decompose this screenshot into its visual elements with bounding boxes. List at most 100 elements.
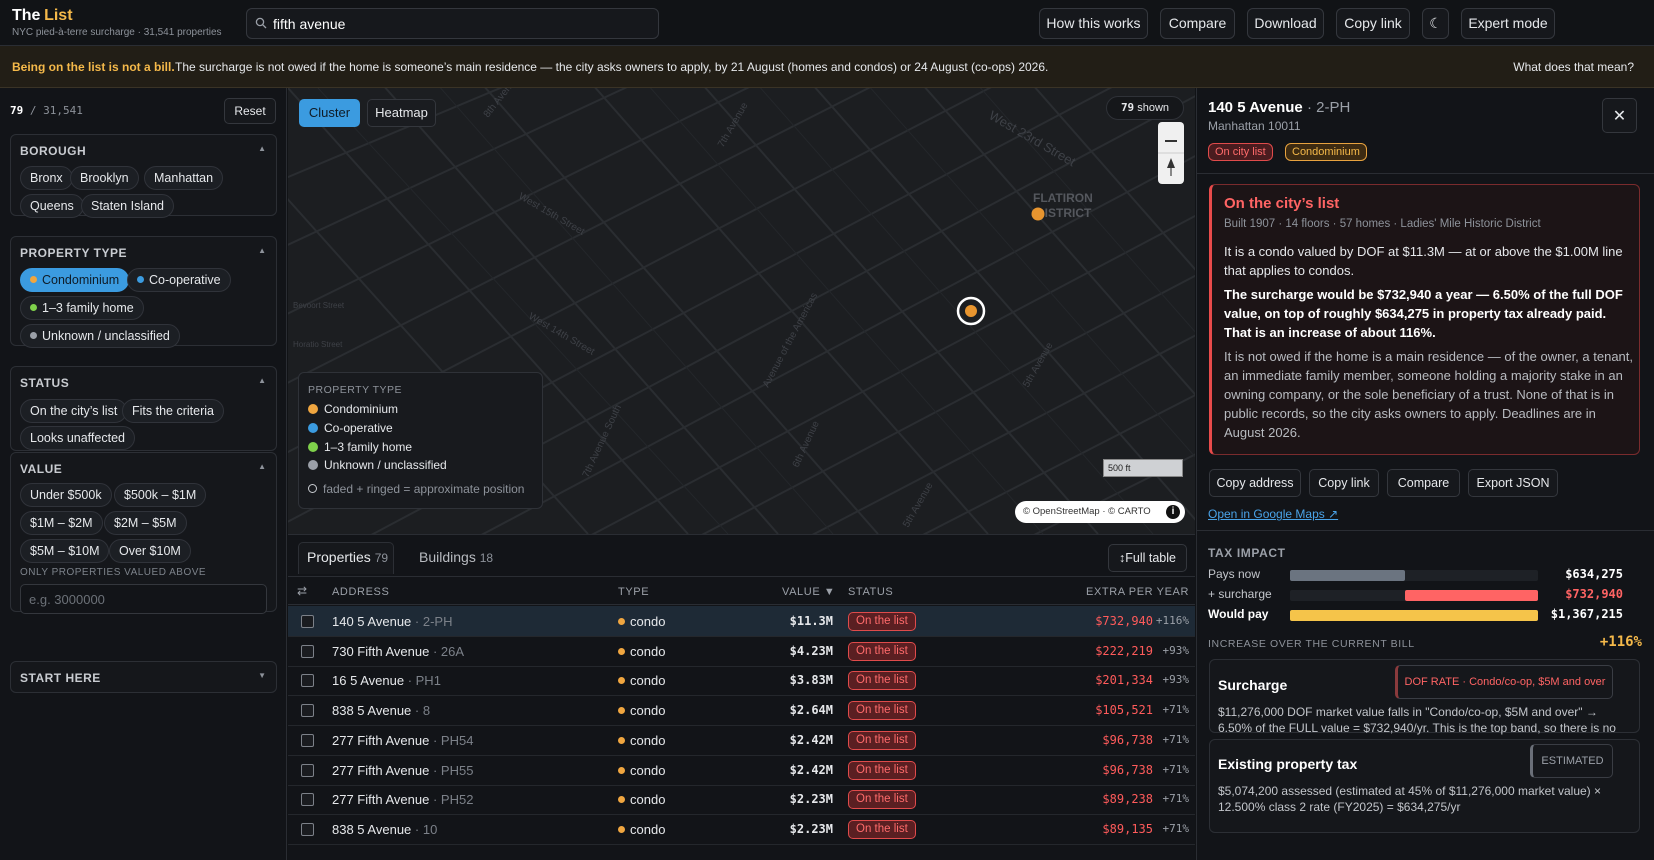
expert-mode-button[interactable]: Expert mode bbox=[1461, 8, 1555, 39]
search-box[interactable] bbox=[246, 8, 659, 39]
google-maps-link[interactable]: Open in Google Maps ↗ bbox=[1208, 507, 1338, 521]
col-status[interactable]: STATUS bbox=[848, 586, 893, 598]
copy-link-button[interactable]: Copy link bbox=[1336, 8, 1410, 39]
tax-bar-fill bbox=[1290, 610, 1538, 621]
chip-family-home[interactable]: 1–3 family home bbox=[20, 296, 144, 320]
compass-icon[interactable] bbox=[1167, 158, 1175, 168]
tab-count: 79 bbox=[374, 551, 389, 565]
chip-on-city-list[interactable]: On the city’s list bbox=[20, 399, 128, 423]
chip-looks-unaffected[interactable]: Looks unaffected bbox=[20, 426, 135, 450]
tax-bar-fill bbox=[1405, 590, 1538, 601]
copy-link-button[interactable]: Copy link bbox=[1309, 469, 1379, 497]
row-increase: +71% bbox=[1162, 821, 1190, 835]
row-checkbox[interactable] bbox=[301, 704, 314, 718]
row-checkbox[interactable] bbox=[301, 822, 314, 836]
compare-button[interactable]: Compare bbox=[1387, 469, 1460, 497]
legend-note-text: faded + ringed = approximate position bbox=[323, 482, 525, 496]
chip-2m-5m[interactable]: $2M – $5M bbox=[104, 511, 187, 535]
dark-mode-toggle[interactable]: ☾ bbox=[1422, 8, 1449, 39]
street-label: Bevoort Street bbox=[293, 301, 345, 310]
expand-icon[interactable]: ▼ bbox=[258, 671, 266, 680]
copy-address-button[interactable]: Copy address bbox=[1209, 469, 1301, 497]
banner-link[interactable]: What does that mean? bbox=[1513, 60, 1634, 74]
table-row[interactable]: 277 Fifth Avenue · PH54 condo $2.42M On the… bbox=[288, 725, 1195, 756]
table-row[interactable]: 838 5 Avenue · 10 condo $2.23M On the list $… bbox=[288, 814, 1195, 845]
chip-co-operative[interactable]: Co-operative bbox=[127, 268, 231, 292]
condo-dot-icon bbox=[618, 766, 625, 774]
info-icon[interactable]: i bbox=[1166, 505, 1180, 519]
search-input[interactable] bbox=[273, 14, 643, 34]
col-extra-per-year[interactable]: EXTRA PER YEAR bbox=[1086, 586, 1189, 598]
collapse-icon[interactable]: ▲ bbox=[258, 246, 266, 255]
row-checkbox[interactable] bbox=[301, 674, 314, 688]
collapse-icon[interactable]: ▲ bbox=[258, 144, 266, 153]
heatmap-toggle[interactable]: Heatmap bbox=[367, 99, 436, 127]
close-button[interactable]: ✕ bbox=[1602, 98, 1637, 133]
cluster-toggle[interactable]: Cluster bbox=[299, 99, 360, 127]
tab-buildings[interactable]: Buildings 18 bbox=[419, 549, 493, 565]
table-row[interactable]: 16 5 Avenue · PH1 condo $3.83M On the list $… bbox=[288, 665, 1195, 697]
row-type: condo bbox=[618, 733, 665, 748]
chip-over-10m[interactable]: Over $10M bbox=[109, 539, 191, 563]
map-attribution[interactable]: © OpenStreetMap · © CARTO i bbox=[1015, 501, 1185, 523]
row-type: condo bbox=[618, 792, 665, 807]
selected-property-marker[interactable] bbox=[965, 305, 977, 317]
row-checkbox[interactable] bbox=[301, 733, 314, 747]
chip-staten-island[interactable]: Staten Island bbox=[81, 194, 174, 218]
how-this-works-button[interactable]: How this works bbox=[1039, 8, 1148, 39]
tax-row-amount: $1,367,215 bbox=[1550, 607, 1623, 621]
col-address[interactable]: ADDRESS bbox=[332, 586, 389, 598]
table-row[interactable]: 838 5 Avenue · 8 condo $2.64M On the list $1… bbox=[288, 695, 1195, 727]
chip-fits-criteria[interactable]: Fits the criteria bbox=[122, 399, 224, 423]
map-view[interactable]: 8th Avenue 7th Avenue 6th Avenue Avenue … bbox=[288, 88, 1195, 534]
row-increase: +116% bbox=[1155, 614, 1189, 627]
min-value-label: ONLY PROPERTIES VALUED ABOVE bbox=[20, 567, 207, 578]
row-checkbox[interactable] bbox=[301, 763, 314, 777]
chip-500k-1m[interactable]: $500k – $1M bbox=[114, 483, 207, 507]
zoom-controls bbox=[1158, 122, 1184, 184]
property-marker[interactable] bbox=[1031, 207, 1045, 221]
chip-1m-2m[interactable]: $1M – $2M bbox=[20, 511, 103, 535]
chip-5m-10m[interactable]: $5M – $10M bbox=[20, 539, 110, 563]
swap-columns-icon[interactable]: ⇄ bbox=[297, 584, 308, 598]
condo-dot-icon bbox=[618, 736, 625, 744]
chip-queens[interactable]: Queens bbox=[20, 194, 84, 218]
chip-unknown[interactable]: Unknown / unclassified bbox=[20, 324, 180, 348]
row-checkbox[interactable] bbox=[301, 615, 314, 628]
row-status-badge: On the list bbox=[848, 701, 916, 721]
count-total: 31,541 bbox=[43, 104, 83, 117]
collapse-icon[interactable]: ▲ bbox=[258, 376, 266, 385]
full-table-button[interactable]: ↕Full table bbox=[1108, 544, 1187, 572]
row-checkbox[interactable] bbox=[301, 644, 314, 658]
download-button[interactable]: Download bbox=[1247, 8, 1324, 39]
row-extra: $89,238 bbox=[1102, 792, 1153, 807]
row-checkbox[interactable] bbox=[301, 793, 314, 807]
table-row[interactable]: 730 Fifth Avenue · 26A condo $4.23M On the … bbox=[288, 636, 1195, 667]
col-value[interactable]: VALUE ▼ bbox=[782, 586, 835, 598]
row-address: 730 Fifth Avenue · 26A bbox=[332, 643, 465, 659]
table-row[interactable]: 277 Fifth Avenue · PH52 condo $2.23M On the… bbox=[288, 784, 1195, 816]
status-paragraph-3: It is not owed if the home is a main res… bbox=[1224, 349, 1634, 440]
row-value: $2.64M bbox=[789, 703, 833, 718]
row-address: 277 Fifth Avenue · PH52 bbox=[332, 792, 474, 808]
chip-manhattan[interactable]: Manhattan bbox=[144, 166, 224, 190]
reset-button[interactable]: Reset bbox=[224, 98, 276, 124]
compare-button[interactable]: Compare bbox=[1160, 8, 1235, 39]
chip-under-500k[interactable]: Under $500k bbox=[20, 483, 112, 507]
table-row[interactable]: 277 Fifth Avenue · PH55 condo $2.42M On the… bbox=[288, 755, 1195, 786]
chip-condominium[interactable]: Condominium bbox=[20, 268, 130, 292]
chip-bronx[interactable]: Bronx bbox=[20, 166, 73, 190]
tab-properties[interactable]: Properties 79 bbox=[298, 542, 394, 574]
street-label: Horatio Street bbox=[293, 340, 343, 349]
row-extra: $201,334 bbox=[1095, 673, 1153, 688]
min-value-input[interactable] bbox=[20, 584, 267, 614]
collapse-icon[interactable]: ▲ bbox=[258, 462, 266, 471]
col-type[interactable]: TYPE bbox=[618, 586, 649, 598]
row-address: 838 5 Avenue · 8 bbox=[332, 703, 431, 719]
app-logo[interactable]: The List NYC pied-à-terre surcharge · 31… bbox=[12, 7, 222, 38]
chip-brooklyn[interactable]: Brooklyn bbox=[70, 166, 139, 190]
start-here-section[interactable]: START HERE ▼ bbox=[10, 661, 277, 693]
start-here-heading: START HERE bbox=[20, 671, 101, 685]
table-row[interactable]: 140 5 Avenue · 2-PH condo $11.3M On the lis… bbox=[288, 606, 1195, 637]
export-json-button[interactable]: Export JSON bbox=[1468, 469, 1558, 497]
